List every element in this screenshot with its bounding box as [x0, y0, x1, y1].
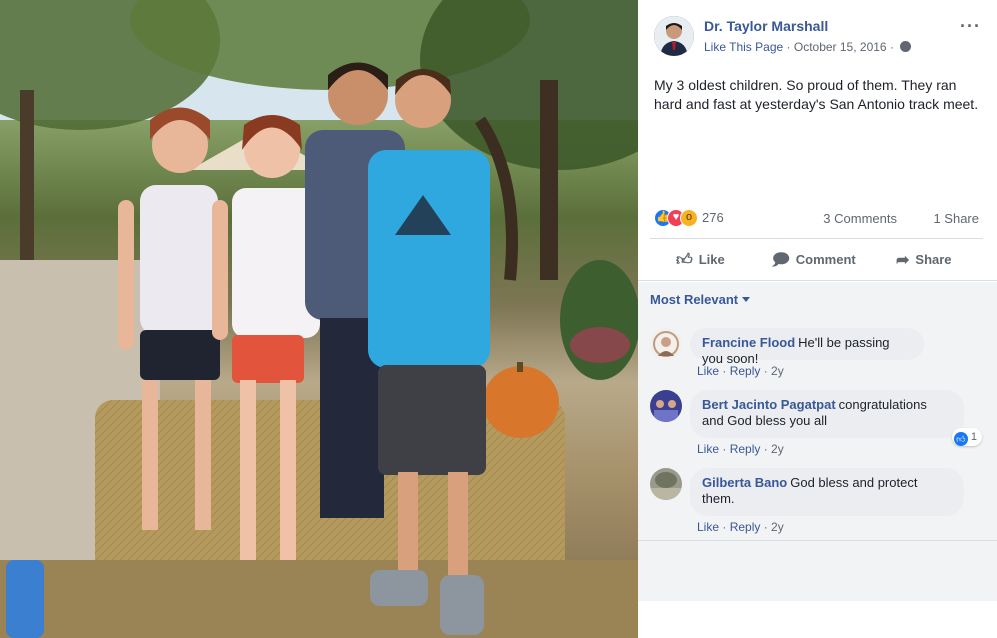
- commenter-name[interactable]: Gilberta Bano: [702, 475, 787, 490]
- comment-label: Comment: [795, 252, 856, 267]
- comment-bubble-icon: 🗩︎: [772, 252, 790, 269]
- post-caption: My 3 oldest children. So proud of them. …: [654, 77, 979, 112]
- comment-actions: Like · Reply · 2y: [697, 520, 784, 534]
- share-button[interactable]: ➦ Share: [896, 243, 952, 277]
- share-arrow-icon: ➦: [896, 252, 910, 269]
- author-avatar[interactable]: [654, 16, 694, 56]
- more-options-icon[interactable]: ···: [960, 16, 981, 37]
- author-name[interactable]: Dr. Taylor Marshall: [704, 18, 828, 34]
- sort-label: Most Relevant: [650, 292, 739, 307]
- wow-reaction-icon: o: [680, 209, 698, 227]
- comment-bubble: Francine Flood He'll be passing you soon!: [690, 328, 924, 366]
- comment-actions: Like · Reply · 2y: [697, 442, 784, 456]
- current-user-avatar: [650, 553, 682, 585]
- commenter-avatar[interactable]: [650, 390, 682, 422]
- avatar-image: [650, 328, 682, 360]
- like-reaction-icon: 👍︎: [953, 432, 968, 446]
- share-count[interactable]: 1 Share: [933, 211, 979, 226]
- sort-dropdown[interactable]: Most Relevant: [650, 292, 751, 307]
- meta-separator: ·: [786, 40, 791, 54]
- comment-like-link[interactable]: Like: [697, 520, 719, 534]
- comment-like-link[interactable]: Like: [697, 364, 719, 378]
- post-header: Dr. Taylor Marshall Like This Page · Oct…: [654, 14, 985, 58]
- commenter-avatar[interactable]: [650, 468, 682, 500]
- post-actions: 👍︎ Like 🗩︎ Comment ➦ Share: [650, 243, 983, 277]
- comment-time[interactable]: 2y: [771, 520, 784, 534]
- share-label: Share: [915, 252, 952, 267]
- post-panel: Dr. Taylor Marshall Like This Page · Oct…: [638, 0, 997, 638]
- comment-reply-link[interactable]: Reply: [730, 442, 761, 456]
- post-photo[interactable]: [0, 0, 638, 638]
- commenter-name[interactable]: Francine Flood: [702, 335, 795, 350]
- meta-separator: ·: [889, 40, 894, 54]
- like-page-link[interactable]: Like This Page: [704, 40, 783, 54]
- like-button[interactable]: 👍︎ Like: [676, 243, 725, 277]
- comment-time[interactable]: 2y: [771, 442, 784, 456]
- comment-like-link[interactable]: Like: [697, 442, 719, 456]
- comment-reply-link[interactable]: Reply: [730, 520, 761, 534]
- comment-reaction-count: 1: [970, 431, 977, 443]
- divider: [650, 238, 983, 239]
- reaction-count[interactable]: 276: [702, 210, 724, 225]
- comments-count[interactable]: 3 Comments: [823, 211, 897, 226]
- reactions-bar: 👍 ♥ o 276 3 Comments 1 Share: [654, 208, 981, 230]
- avatar-image: [650, 390, 682, 422]
- comment-bubble: Bert Jacinto Pagatpat congratulations and…: [690, 390, 964, 438]
- comment-actions: Like · Reply · 2y: [697, 364, 784, 378]
- avatar-image: [654, 16, 694, 56]
- comment-button[interactable]: 🗩︎ Comment: [772, 243, 856, 277]
- divider: [638, 280, 997, 281]
- thumbs-up-icon: 👍︎: [676, 252, 693, 269]
- comment-reply-link[interactable]: Reply: [730, 364, 761, 378]
- comment-time[interactable]: 2y: [771, 364, 784, 378]
- chevron-down-icon: [742, 297, 751, 302]
- comments-section: Most Relevant Francine Flood He'll be pas…: [638, 282, 997, 540]
- comment-bubble: Gilberta Bano God bless and protect them.: [690, 468, 964, 516]
- globe-icon: [900, 41, 912, 52]
- family-photo-illustration: [0, 0, 638, 638]
- commenter-avatar[interactable]: [650, 328, 682, 360]
- post-date[interactable]: October 15, 2016: [794, 40, 887, 54]
- comment-reaction-badge[interactable]: 👍︎ 1: [951, 428, 982, 446]
- post-meta: Like This Page · October 15, 2016 ·: [704, 40, 912, 54]
- write-comment-area[interactable]: [638, 540, 997, 601]
- commenter-name[interactable]: Bert Jacinto Pagatpat: [702, 397, 836, 412]
- like-label: Like: [698, 252, 725, 267]
- avatar-image: [650, 468, 682, 500]
